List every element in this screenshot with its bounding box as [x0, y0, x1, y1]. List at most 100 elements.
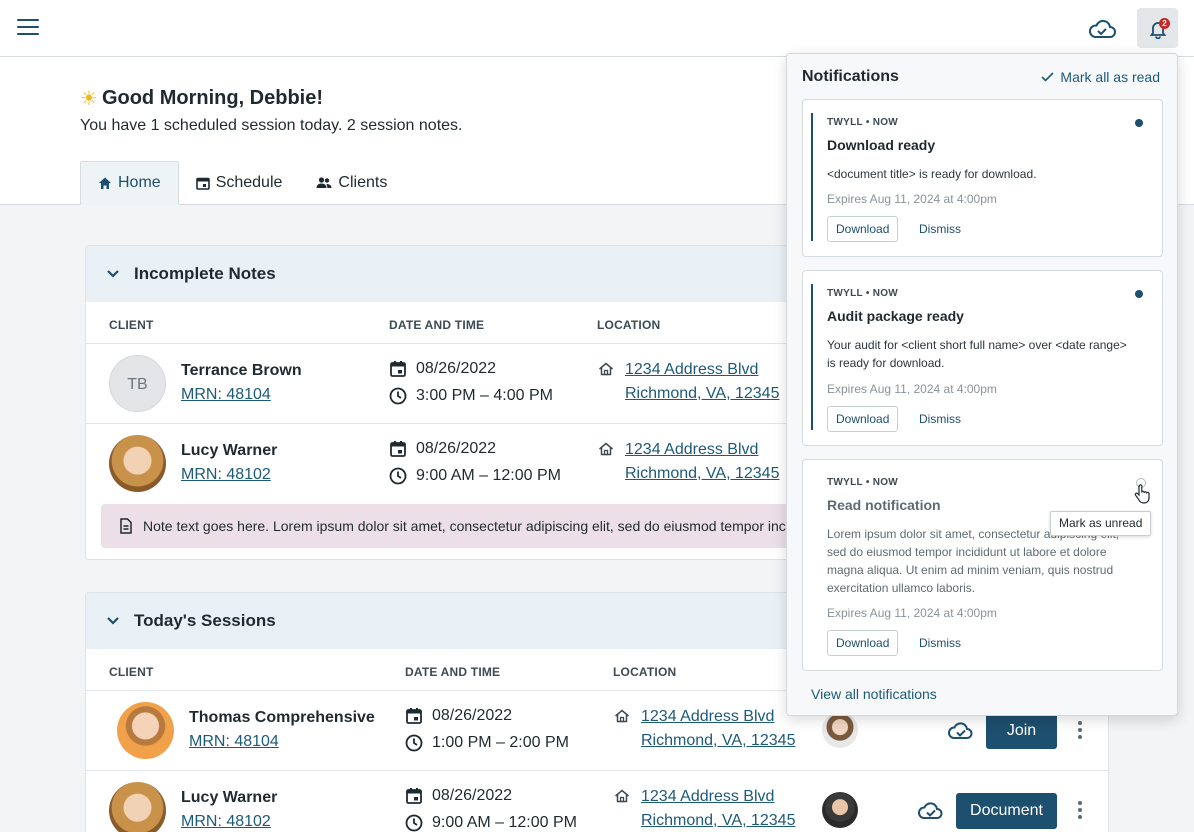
dismiss-button[interactable]: Dismiss [919, 412, 961, 426]
notification-count-badge: 2 [1159, 18, 1170, 29]
address-line-2[interactable]: Richmond, VA, 12345 [625, 382, 779, 406]
notification-source: TWYLL • NOW [827, 288, 899, 299]
download-button[interactable]: Download [827, 406, 899, 432]
chevron-down-icon[interactable] [106, 269, 120, 279]
address-line-1[interactable]: 1234 Address Blvd [641, 705, 774, 729]
address-line-2[interactable]: Richmond, VA, 12345 [641, 809, 795, 832]
join-button[interactable]: Join [986, 713, 1057, 749]
hamburger-menu-icon[interactable] [17, 19, 39, 37]
session-time-text: 9:00 AM – 12:00 PM [432, 814, 577, 831]
column-client: CLIENT [109, 318, 154, 332]
clock-icon [389, 387, 407, 405]
calendar-icon [406, 708, 422, 724]
session-date-text: 08/26/2022 [432, 707, 513, 724]
session-time-text: 1:00 PM – 2:00 PM [432, 734, 569, 751]
greeting-text: Good Morning, Debbie! [101, 87, 324, 109]
address-line-1[interactable]: 1234 Address Blvd [641, 785, 774, 809]
dismiss-button[interactable]: Dismiss [919, 222, 961, 236]
client-mrn-link[interactable]: MRN: 48104 [181, 386, 271, 404]
tab-schedule-label: Schedule [215, 174, 283, 191]
pointer-cursor-icon [1134, 484, 1150, 504]
notification-title: Read notification [827, 497, 941, 513]
todays-sessions-title: Today's Sessions [134, 611, 276, 630]
dismiss-button[interactable]: Dismiss [919, 636, 961, 650]
session-time: 9:00 AM – 12:00 PM [405, 814, 577, 832]
session-date-text: 08/26/2022 [416, 360, 497, 377]
cloud-sync-icon[interactable] [947, 720, 975, 742]
calendar-icon [406, 788, 422, 804]
mark-as-unread-tooltip: Mark as unread [1050, 511, 1152, 536]
document-button[interactable]: Document [956, 793, 1057, 829]
tab-home-label: Home [118, 174, 161, 191]
incomplete-notes-title: Incomplete Notes [134, 264, 276, 283]
download-button[interactable]: Download [827, 216, 899, 242]
client-mrn-link[interactable]: MRN: 48104 [189, 733, 279, 751]
session-time: 9:00 AM – 12:00 PM [389, 467, 561, 485]
notification-body: <document title> is ready for download. [827, 167, 1037, 181]
main-tabs: Home Schedule Clients [80, 161, 404, 205]
session-time-text: 3:00 PM – 4:00 PM [416, 387, 553, 404]
calendar-icon [195, 177, 210, 190]
session-date: 08/26/2022 [405, 787, 512, 805]
document-icon [120, 518, 132, 534]
home-location-icon [615, 709, 629, 723]
home-location-icon [615, 789, 629, 803]
session-date: 08/26/2022 [389, 440, 496, 458]
notifications-button[interactable]: 2 [1137, 8, 1178, 48]
notifications-panel: Notifications Mark all as read TWYLL • N… [786, 53, 1178, 716]
tab-home[interactable]: Home [80, 161, 179, 205]
notification-expiry: Expires Aug 11, 2024 at 4:00pm [827, 192, 997, 206]
clock-icon [389, 467, 407, 485]
column-date-time: DATE AND TIME [389, 318, 485, 332]
address-line-1[interactable]: 1234 Address Blvd [625, 358, 758, 382]
people-icon [316, 177, 332, 188]
address-line-2[interactable]: Richmond, VA, 12345 [641, 729, 795, 753]
unread-dot-icon[interactable] [1135, 290, 1143, 298]
notification-card[interactable]: TWYLL • NOW Audit package ready Your aud… [802, 270, 1163, 446]
client-mrn-link[interactable]: MRN: 48102 [181, 466, 271, 484]
session-time-text: 9:00 AM – 12:00 PM [416, 467, 561, 484]
more-options-icon[interactable] [1078, 801, 1084, 822]
download-button[interactable]: Download [827, 630, 899, 656]
session-date: 08/26/2022 [389, 360, 496, 378]
address-line-2[interactable]: Richmond, VA, 12345 [625, 462, 779, 486]
mark-all-read-button[interactable]: Mark all as read [1041, 69, 1160, 85]
cloud-sync-icon[interactable] [1086, 15, 1118, 43]
tab-schedule[interactable]: Schedule [179, 161, 300, 205]
provider-avatar [822, 712, 858, 748]
column-location: LOCATION [613, 665, 677, 679]
client-name: Lucy Warner [181, 789, 278, 806]
client-name: Lucy Warner [181, 442, 278, 459]
tab-clients-label: Clients [338, 174, 388, 191]
greeting: ☀ Good Morning, Debbie! [80, 86, 323, 111]
unread-accent-bar [811, 113, 813, 241]
cloud-sync-icon[interactable] [917, 800, 945, 822]
notification-source: TWYLL • NOW [827, 117, 899, 128]
more-options-icon[interactable] [1078, 721, 1084, 742]
avatar-initials: TB [109, 355, 166, 412]
chevron-down-icon[interactable] [106, 616, 120, 626]
column-date-time: DATE AND TIME [405, 665, 501, 679]
address-line-1[interactable]: 1234 Address Blvd [625, 438, 758, 462]
table-row[interactable]: Lucy Warner MRN: 48102 08/26/2022 9:00 A… [86, 771, 1108, 832]
session-time: 1:00 PM – 2:00 PM [405, 734, 569, 752]
session-date-text: 08/26/2022 [432, 787, 513, 804]
clock-icon [405, 814, 423, 832]
home-icon [99, 177, 111, 189]
session-date: 08/26/2022 [405, 707, 512, 725]
clock-icon [405, 734, 423, 752]
notifications-title: Notifications [802, 68, 899, 85]
notification-expiry: Expires Aug 11, 2024 at 4:00pm [827, 382, 997, 396]
client-photo-avatar [109, 782, 166, 832]
tab-clients[interactable]: Clients [299, 161, 404, 205]
unread-dot-icon[interactable] [1135, 119, 1143, 127]
client-photo-avatar [117, 702, 174, 759]
notification-title: Audit package ready [827, 308, 964, 324]
view-all-notifications-link[interactable]: View all notifications [811, 686, 937, 702]
client-photo-avatar [109, 435, 166, 492]
client-mrn-link[interactable]: MRN: 48102 [181, 813, 271, 831]
notification-card[interactable]: TWYLL • NOW Read notification Lorem ipsu… [802, 459, 1163, 671]
checkmark-icon [1041, 72, 1054, 82]
unread-accent-bar [811, 284, 813, 430]
notification-card[interactable]: TWYLL • NOW Download ready <document tit… [802, 99, 1163, 257]
